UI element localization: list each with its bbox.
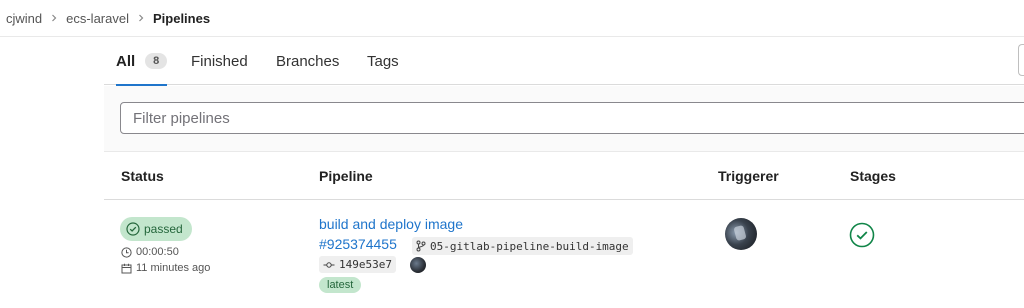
chevron-right-icon: [137, 14, 145, 22]
filter-bar: [104, 86, 1024, 152]
tab-all[interactable]: All 8: [116, 37, 168, 86]
breadcrumb: cjwind ecs-laravel Pipelines: [0, 0, 1024, 37]
table-header: Status Pipeline Triggerer Stages: [104, 153, 1024, 200]
header-stages: Stages: [850, 168, 896, 184]
run-pipeline-button[interactable]: [1018, 44, 1024, 76]
header-pipeline: Pipeline: [319, 168, 373, 184]
tab-branches[interactable]: Branches: [276, 37, 339, 85]
pipeline-name-link[interactable]: build and deploy image: [319, 216, 463, 232]
branch-icon: [416, 240, 426, 252]
clock-icon: [121, 246, 132, 258]
tab-tags[interactable]: Tags: [367, 37, 399, 85]
filter-pipelines-input[interactable]: [120, 102, 1024, 134]
calendar-icon: [121, 263, 132, 274]
tab-finished-label: Finished: [191, 52, 248, 70]
chevron-right-icon: [50, 14, 58, 22]
finished-value: 11 minutes ago: [136, 262, 211, 274]
commit-sha-label: 149e53e7: [339, 258, 392, 271]
tab-all-count: 8: [145, 53, 168, 69]
breadcrumb-current[interactable]: Pipelines: [153, 11, 210, 26]
tab-tags-label: Tags: [367, 52, 399, 70]
branch-ref[interactable]: 05-gitlab-pipeline-build-image: [412, 237, 633, 255]
status-badge[interactable]: passed: [120, 217, 192, 241]
commit-sha[interactable]: 149e53e7: [319, 256, 396, 273]
status-label: passed: [144, 222, 183, 236]
duration: 00:00:50: [121, 246, 179, 258]
triggerer-avatar[interactable]: [725, 218, 757, 250]
tab-finished[interactable]: Finished: [191, 37, 248, 85]
stage-passed-icon[interactable]: [849, 222, 875, 248]
commit-author-avatar[interactable]: [410, 257, 426, 273]
pipeline-tabs: All 8 Finished Branches Tags: [104, 37, 1024, 86]
breadcrumb-item-project[interactable]: ecs-laravel: [66, 11, 129, 26]
table-row: passed 00:00:50 11 minutes ago build and…: [104, 201, 1024, 308]
header-status: Status: [121, 168, 164, 184]
pipeline-id-link[interactable]: #925374455: [319, 236, 397, 252]
commit-icon: [323, 260, 335, 270]
check-circle-icon: [126, 222, 140, 236]
header-triggerer: Triggerer: [718, 168, 779, 184]
tab-all-label: All: [116, 52, 136, 70]
breadcrumb-item-user[interactable]: cjwind: [6, 11, 42, 26]
duration-value: 00:00:50: [136, 246, 179, 258]
finished-time: 11 minutes ago: [121, 262, 210, 274]
branch-ref-label: 05-gitlab-pipeline-build-image: [430, 239, 629, 253]
tab-branches-label: Branches: [276, 52, 340, 70]
latest-badge: latest: [319, 277, 362, 293]
